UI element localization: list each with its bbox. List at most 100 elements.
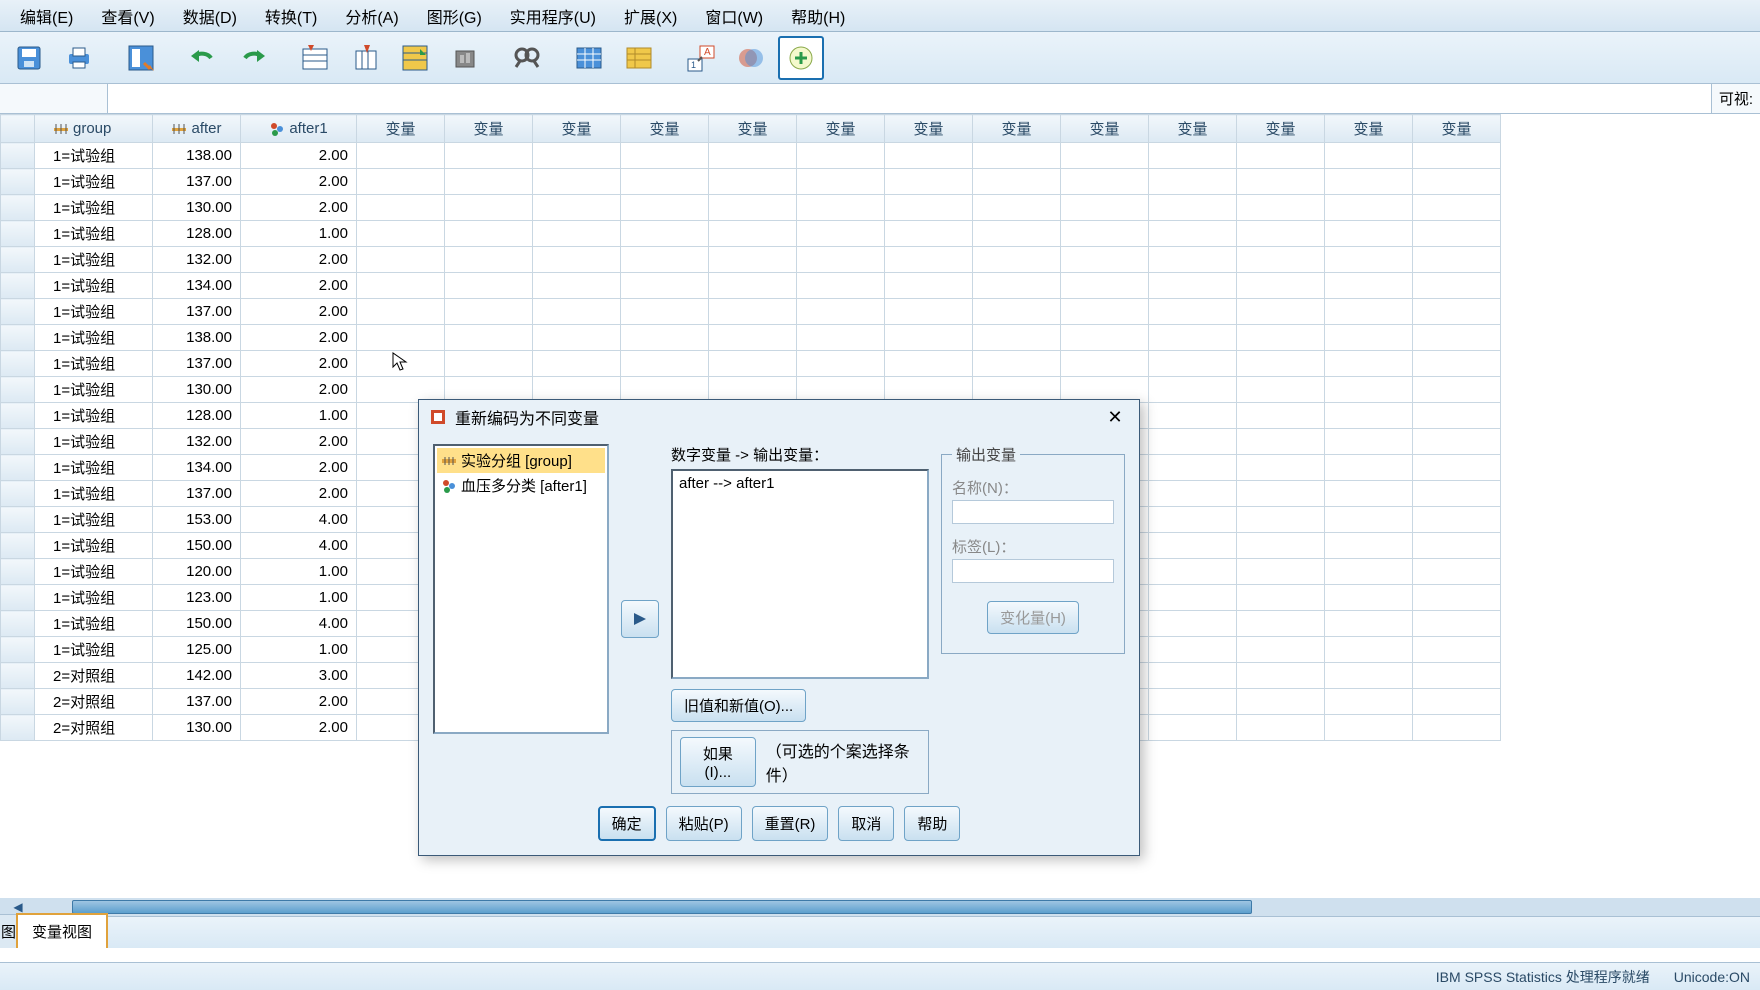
cell-blank[interactable]	[621, 195, 709, 221]
cell-after1[interactable]: 2.00	[241, 299, 357, 325]
table-row[interactable]: 1=试验组 134.00 2.00	[1, 273, 1501, 299]
cell-blank[interactable]	[1237, 663, 1325, 689]
cell-blank[interactable]	[1149, 351, 1237, 377]
cell-after1[interactable]: 4.00	[241, 533, 357, 559]
cell-blank[interactable]	[621, 351, 709, 377]
if-button[interactable]: 如果(I)...	[680, 737, 756, 787]
cell-after1[interactable]: 4.00	[241, 507, 357, 533]
cell-blank[interactable]	[1061, 221, 1149, 247]
cell-blank[interactable]	[1149, 377, 1237, 403]
cell-blank[interactable]	[797, 247, 885, 273]
cell-group[interactable]: 1=试验组	[35, 143, 153, 169]
cell-blank[interactable]	[1413, 403, 1501, 429]
cell-blank[interactable]	[533, 273, 621, 299]
cell-blank[interactable]	[973, 351, 1061, 377]
menu-edit[interactable]: 编辑(E)	[6, 0, 87, 32]
cell-after1[interactable]: 2.00	[241, 143, 357, 169]
col-header-blank[interactable]: 变量	[1325, 115, 1413, 143]
cell-group[interactable]: 1=试验组	[35, 221, 153, 247]
cell-group[interactable]: 1=试验组	[35, 403, 153, 429]
cell-blank[interactable]	[797, 325, 885, 351]
print-icon[interactable]	[56, 36, 102, 80]
cell-blank[interactable]	[1325, 377, 1413, 403]
cell-blank[interactable]	[1237, 377, 1325, 403]
cell-blank[interactable]	[1413, 169, 1501, 195]
row-header[interactable]	[1, 611, 35, 637]
cell-after[interactable]: 125.00	[153, 637, 241, 663]
cell-blank[interactable]	[1325, 507, 1413, 533]
cell-blank[interactable]	[445, 195, 533, 221]
cell-blank[interactable]	[621, 247, 709, 273]
cell-after[interactable]: 137.00	[153, 481, 241, 507]
mapping-item[interactable]: after --> after1	[679, 475, 921, 492]
cell-after1[interactable]: 2.00	[241, 377, 357, 403]
cell-blank[interactable]	[1413, 299, 1501, 325]
cell-blank[interactable]	[1149, 689, 1237, 715]
cell-blank[interactable]	[1325, 351, 1413, 377]
cell-blank[interactable]	[1061, 195, 1149, 221]
cell-blank[interactable]	[1149, 559, 1237, 585]
tab-data-view[interactable]: 图	[0, 914, 17, 948]
cell-blank[interactable]	[709, 169, 797, 195]
cell-blank[interactable]	[621, 143, 709, 169]
cell-after[interactable]: 138.00	[153, 325, 241, 351]
cell-after1[interactable]: 1.00	[241, 559, 357, 585]
cell-blank[interactable]	[1413, 715, 1501, 741]
cell-after1[interactable]: 3.00	[241, 663, 357, 689]
cell-blank[interactable]	[973, 195, 1061, 221]
cell-blank[interactable]	[1413, 559, 1501, 585]
cell-blank[interactable]	[1149, 663, 1237, 689]
cell-blank[interactable]	[621, 273, 709, 299]
row-header[interactable]	[1, 403, 35, 429]
data-grid[interactable]: group after after1变量变量变量变量变量变量变量变量变量变量变量…	[0, 114, 1760, 898]
cancel-button[interactable]: 取消	[838, 806, 894, 841]
row-header[interactable]	[1, 325, 35, 351]
menu-utilities[interactable]: 实用程序(U)	[496, 0, 610, 32]
cell-blank[interactable]	[885, 143, 973, 169]
cell-blank[interactable]	[1149, 169, 1237, 195]
cell-blank[interactable]	[973, 273, 1061, 299]
cell-blank[interactable]	[1325, 455, 1413, 481]
name-box[interactable]	[0, 84, 108, 113]
cell-blank[interactable]	[1325, 169, 1413, 195]
cell-group[interactable]: 1=试验组	[35, 559, 153, 585]
cell-blank[interactable]	[445, 351, 533, 377]
cell-blank[interactable]	[357, 273, 445, 299]
row-header[interactable]	[1, 247, 35, 273]
reset-button[interactable]: 重置(R)	[752, 806, 829, 841]
cell-group[interactable]: 1=试验组	[35, 481, 153, 507]
cell-group[interactable]: 2=对照组	[35, 689, 153, 715]
row-header[interactable]	[1, 429, 35, 455]
cell-blank[interactable]	[533, 325, 621, 351]
cell-blank[interactable]	[1237, 637, 1325, 663]
cell-blank[interactable]	[1061, 169, 1149, 195]
cell-blank[interactable]	[1325, 663, 1413, 689]
cell-blank[interactable]	[445, 299, 533, 325]
cell-blank[interactable]	[1413, 221, 1501, 247]
cell-blank[interactable]	[1237, 143, 1325, 169]
venn-icon[interactable]	[728, 36, 774, 80]
find-icon[interactable]	[504, 36, 550, 80]
cell-blank[interactable]	[885, 247, 973, 273]
cell-blank[interactable]	[357, 351, 445, 377]
cell-after[interactable]: 137.00	[153, 351, 241, 377]
cell-after[interactable]: 137.00	[153, 689, 241, 715]
cell-after1[interactable]: 2.00	[241, 455, 357, 481]
cell-after1[interactable]: 2.00	[241, 481, 357, 507]
cell-after[interactable]: 130.00	[153, 715, 241, 741]
variable-list-item[interactable]: 血压多分类 [after1]	[437, 473, 605, 498]
cell-blank[interactable]	[357, 299, 445, 325]
cell-blank[interactable]	[885, 299, 973, 325]
help-button[interactable]: 帮助	[904, 806, 960, 841]
row-header[interactable]	[1, 169, 35, 195]
cell-blank[interactable]	[1149, 247, 1237, 273]
cell-blank[interactable]	[1237, 273, 1325, 299]
cell-blank[interactable]	[1413, 507, 1501, 533]
cell-blank[interactable]	[1325, 221, 1413, 247]
table-row[interactable]: 1=试验组 128.00 1.00	[1, 221, 1501, 247]
row-header-corner[interactable]	[1, 115, 35, 143]
cell-blank[interactable]	[1325, 403, 1413, 429]
cell-blank[interactable]	[357, 143, 445, 169]
cell-blank[interactable]	[1325, 715, 1413, 741]
cell-blank[interactable]	[533, 221, 621, 247]
